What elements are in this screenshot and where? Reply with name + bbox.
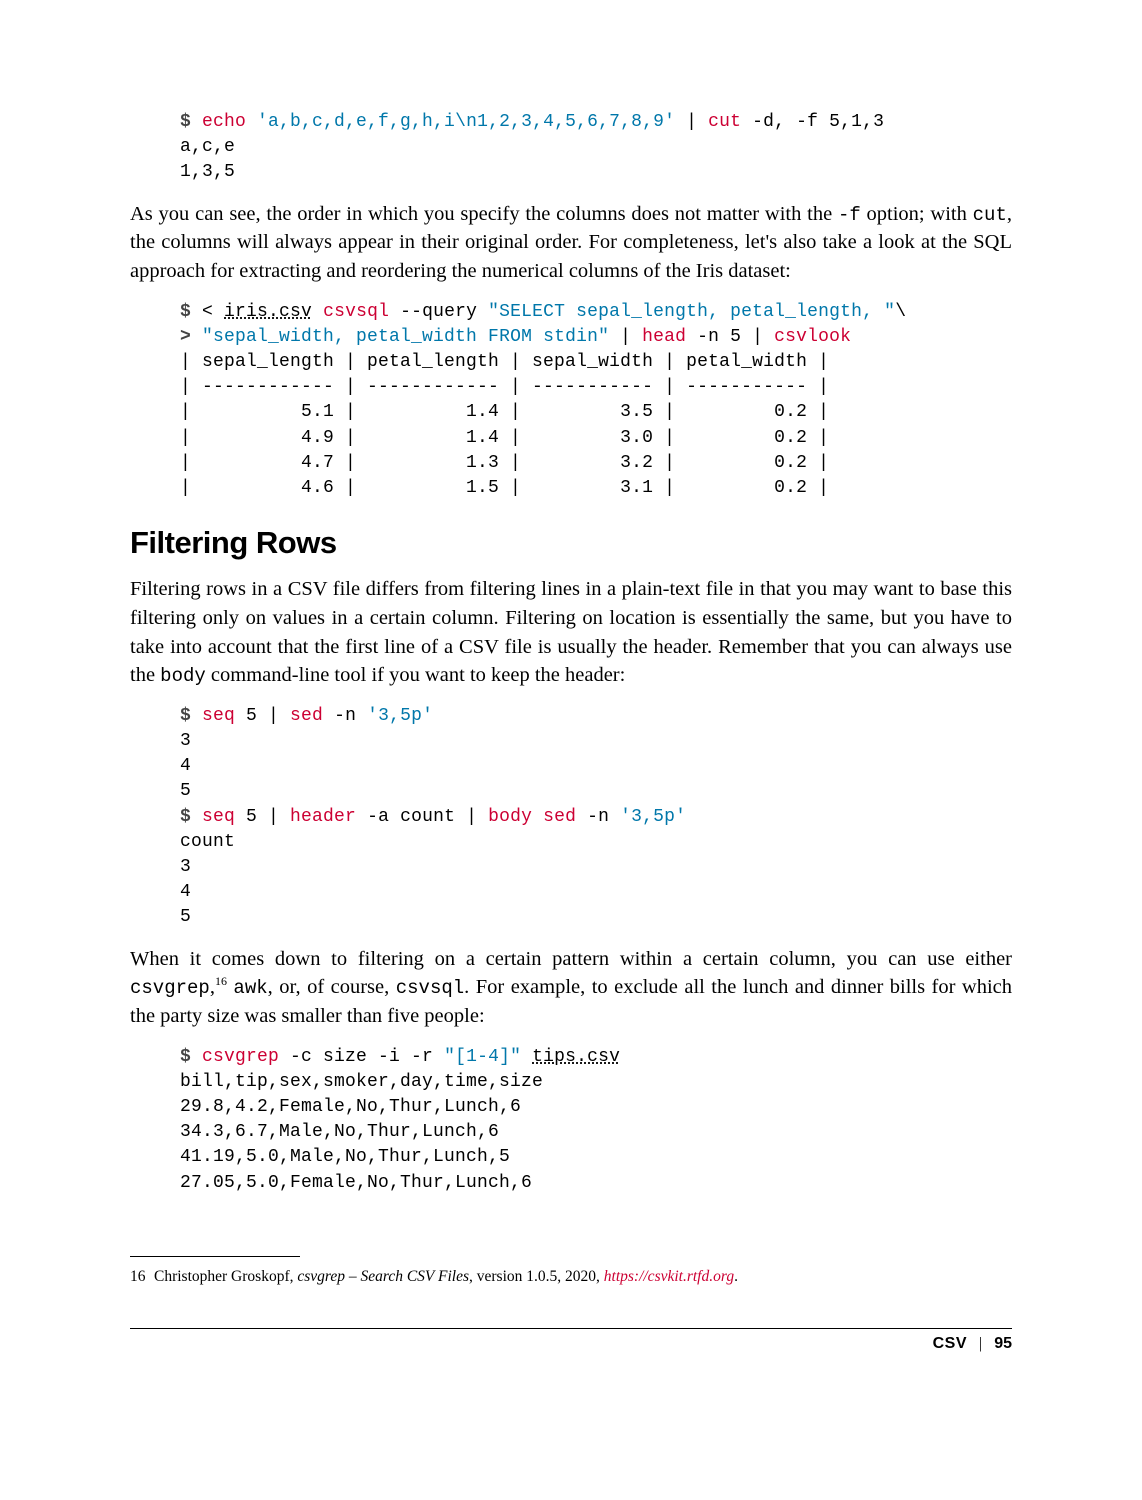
prompt: $ bbox=[180, 112, 202, 132]
inline-code: -f bbox=[838, 204, 861, 226]
cmd-echo: echo bbox=[202, 112, 257, 132]
inline-code: csvgrep bbox=[130, 977, 210, 999]
output-line: 3 bbox=[180, 857, 191, 877]
page-footer: CSV|95 bbox=[130, 1335, 1012, 1353]
cmd-seq: seq bbox=[202, 807, 235, 827]
prompt: $ bbox=[180, 807, 202, 827]
code-block-seq-sed: $ seq 5 | sed -n '3,5p' 3 4 5 $ seq 5 | … bbox=[180, 704, 1012, 931]
paragraph-csvgrep: When it comes down to filtering on a cer… bbox=[130, 945, 1012, 1031]
output-line: 34.3,6.7,Male,No,Thur,Lunch,6 bbox=[180, 1122, 499, 1142]
footnote-meta: , version 1.0.5, 2020, bbox=[469, 1268, 604, 1285]
file-tips: tips.csv bbox=[532, 1047, 620, 1067]
table-header: | sepal_length | petal_length | sepal_wi… bbox=[180, 352, 829, 372]
inline-code: csvsql bbox=[396, 977, 464, 999]
args: -n 5 | bbox=[686, 327, 774, 347]
chapter-label: CSV bbox=[933, 1335, 967, 1352]
output-line: 27.05,5.0,Female,No,Thur,Lunch,6 bbox=[180, 1173, 532, 1193]
string: "SELECT sepal_length, petal_length, " bbox=[488, 302, 895, 322]
footnote-link[interactable]: https://csvkit.rtfd.org bbox=[604, 1268, 734, 1285]
redir: < bbox=[202, 302, 224, 322]
prompt: $ bbox=[180, 302, 202, 322]
cmd-sed: sed bbox=[290, 706, 323, 726]
cmd-body: body bbox=[488, 807, 532, 827]
code-block-csvsql: $ < iris.csv csvsql --query "SELECT sepa… bbox=[180, 300, 1012, 502]
code-block-csvgrep: $ csvgrep -c size -i -r "[1-4]" tips.csv… bbox=[180, 1045, 1012, 1196]
cmd-head: head bbox=[642, 327, 686, 347]
output-line: 5 bbox=[180, 781, 191, 801]
output-line: 3 bbox=[180, 731, 191, 751]
page: $ echo 'a,b,c,d,e,f,g,h,i\n1,2,3,4,5,6,7… bbox=[0, 0, 1142, 1500]
string: '3,5p' bbox=[367, 706, 433, 726]
cmd-sed: sed bbox=[543, 807, 576, 827]
footnote-title: csvgrep – Search CSV Files bbox=[297, 1268, 469, 1285]
paragraph-cut-order: As you can see, the order in which you s… bbox=[130, 200, 1012, 286]
string: 'a,b,c,d,e,f,g,h,i\n1,2,3,4,5,6,7,8,9' bbox=[257, 112, 675, 132]
cmd-csvgrep: csvgrep bbox=[202, 1047, 279, 1067]
output-line: 41.19,5.0,Male,No,Thur,Lunch,5 bbox=[180, 1147, 510, 1167]
cmd-header: header bbox=[290, 807, 356, 827]
output-line: 5 bbox=[180, 907, 191, 927]
cmd-csvlook: csvlook bbox=[774, 327, 851, 347]
string: "sepal_width, petal_width FROM stdin" bbox=[202, 327, 609, 347]
page-footer-rule bbox=[130, 1328, 1012, 1329]
footnote-number: 16 bbox=[130, 1265, 154, 1288]
cmd-csvsql: csvsql bbox=[323, 302, 389, 322]
pipe: | bbox=[609, 327, 642, 347]
output-line: count bbox=[180, 832, 235, 852]
prompt: $ bbox=[180, 706, 202, 726]
table-rule: | ------------ | ------------ | --------… bbox=[180, 377, 829, 397]
file-iris: iris.csv bbox=[224, 302, 312, 322]
paragraph-filtering-intro: Filtering rows in a CSV file differs fro… bbox=[130, 575, 1012, 690]
footnote-rule bbox=[130, 1256, 300, 1257]
footnote-ref: 16 bbox=[215, 974, 227, 988]
table-row: | 4.6 | 1.5 | 3.1 | 0.2 | bbox=[180, 478, 829, 498]
code-block-cut: $ echo 'a,b,c,d,e,f,g,h,i\n1,2,3,4,5,6,7… bbox=[180, 110, 1012, 186]
prompt-cont: > bbox=[180, 327, 202, 347]
string: "[1-4]" bbox=[444, 1047, 521, 1067]
table-row: | 4.9 | 1.4 | 3.0 | 0.2 | bbox=[180, 428, 829, 448]
output-line: 4 bbox=[180, 882, 191, 902]
cmd-seq: seq bbox=[202, 706, 235, 726]
args: -c size -i -r bbox=[279, 1047, 444, 1067]
output-line: bill,tip,sex,smoker,day,time,size bbox=[180, 1072, 543, 1092]
string: '3,5p' bbox=[620, 807, 686, 827]
heading-filtering-rows: Filtering Rows bbox=[130, 525, 1012, 561]
pipe: | bbox=[675, 112, 708, 132]
args: -d, -f 5,1,3 bbox=[741, 112, 884, 132]
footnote-author: Christopher Groskopf, bbox=[154, 1268, 297, 1285]
output-line: 29.8,4.2,Female,No,Thur,Lunch,6 bbox=[180, 1097, 521, 1117]
inline-code: cut bbox=[973, 204, 1007, 226]
table-row: | 5.1 | 1.4 | 3.5 | 0.2 | bbox=[180, 402, 829, 422]
page-number: 95 bbox=[994, 1335, 1012, 1352]
inline-code: awk bbox=[233, 977, 267, 999]
output-line: 1,3,5 bbox=[180, 162, 235, 182]
prompt: $ bbox=[180, 1047, 202, 1067]
output-line: 4 bbox=[180, 756, 191, 776]
table-row: | 4.7 | 1.3 | 3.2 | 0.2 | bbox=[180, 453, 829, 473]
cmd-cut: cut bbox=[708, 112, 741, 132]
inline-code: body bbox=[160, 665, 206, 687]
footer-separator: | bbox=[967, 1335, 994, 1352]
output-line: a,c,e bbox=[180, 137, 235, 157]
args: --query bbox=[389, 302, 488, 322]
footnote-16: 16Christopher Groskopf, csvgrep – Search… bbox=[130, 1265, 1012, 1288]
backslash: \ bbox=[895, 302, 906, 322]
